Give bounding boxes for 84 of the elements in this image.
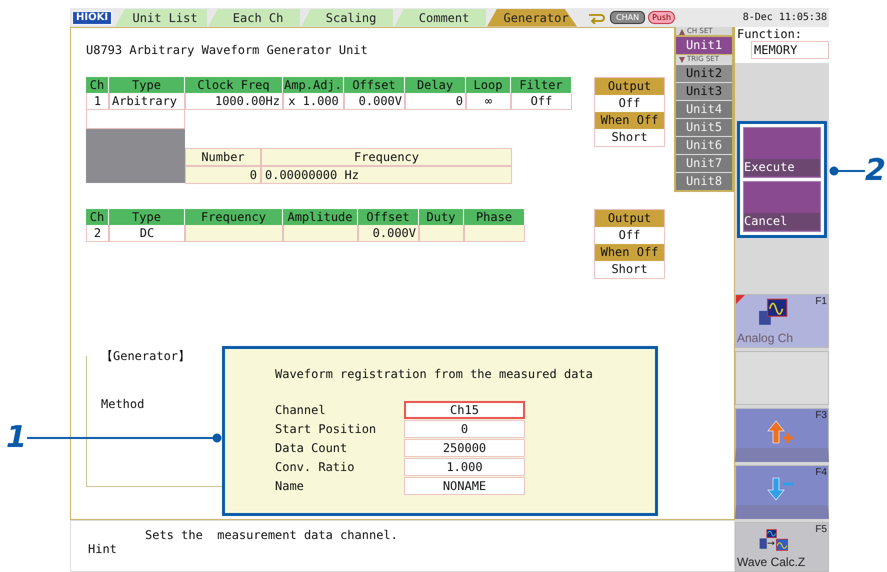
input-field[interactable]: NONAME: [404, 477, 525, 495]
down-minus-icon: [766, 476, 796, 502]
down-triangle-icon: [679, 56, 685, 62]
column-header: Number: [185, 148, 261, 166]
chan-indicator: CHAN: [610, 11, 646, 24]
method-label: Method: [101, 397, 144, 411]
push-indicator: Push: [648, 11, 676, 24]
function-key[interactable]: F5 Wave Calc.Z: [735, 522, 829, 572]
table-cell: 0: [185, 166, 261, 184]
tab[interactable]: Comment: [394, 8, 486, 26]
table-cell: 0.00000000 Hz: [261, 166, 512, 184]
up-triangle-icon: [679, 28, 685, 34]
when-off-header: When Off: [595, 112, 664, 129]
table-cell[interactable]: [464, 225, 525, 242]
action-button[interactable]: Cancel: [743, 181, 821, 232]
tab[interactable]: Unit List: [115, 8, 208, 26]
hint-text: Sets the measurement data channel.: [145, 528, 398, 542]
input-field[interactable]: 250000: [404, 439, 525, 457]
unit-item[interactable]: Unit2: [676, 65, 732, 82]
unit-item[interactable]: Unit3: [676, 83, 732, 100]
table-cell[interactable]: DC: [109, 225, 185, 242]
output-header: Output: [595, 210, 664, 227]
column-header: Filter: [511, 77, 572, 93]
when-off-header: When Off: [595, 244, 664, 261]
column-header: Type: [109, 209, 185, 225]
waveform-icon: [758, 298, 790, 326]
column-header: Clock Freq: [185, 77, 283, 93]
table-cell[interactable]: [283, 225, 358, 242]
tab[interactable]: Each Ch: [208, 8, 300, 26]
column-header: Offset: [344, 77, 405, 93]
callout-number: 2: [865, 153, 886, 188]
input-field[interactable]: 0: [404, 420, 525, 438]
table-cell[interactable]: Arbitrary: [109, 93, 185, 110]
tab[interactable]: Generator: [487, 8, 578, 26]
column-header: Duty: [419, 209, 464, 225]
column-header: Type: [109, 77, 185, 93]
column-header: Offset: [358, 209, 419, 225]
tab[interactable]: Scaling: [301, 8, 394, 26]
return-arrow-icon: [587, 12, 608, 24]
unit-item[interactable]: Unit1: [676, 37, 732, 54]
column-header: Amplitude: [283, 209, 358, 225]
table-cell[interactable]: 1000.00Hz: [185, 93, 283, 110]
action-button[interactable]: Execute: [743, 127, 821, 178]
column-header: Frequency: [261, 148, 512, 166]
function-field[interactable]: MEMORY: [751, 41, 829, 59]
table-cell[interactable]: 0.000V: [344, 93, 405, 110]
table-cell[interactable]: 0.000V: [358, 225, 419, 242]
dialog-title: Waveform registration from the measured data: [275, 367, 594, 381]
field-label: Channel: [275, 403, 327, 417]
unit-title: U8793 Arbitrary Waveform Generator Unit: [86, 43, 369, 59]
logo: HIOKI: [72, 10, 112, 24]
callout-number: 1: [6, 420, 27, 455]
table-cell[interactable]: 1: [86, 93, 109, 110]
field-label: Data Count: [275, 441, 348, 455]
function-label: Function:: [737, 27, 804, 41]
table-cell[interactable]: [419, 225, 464, 242]
up-plus-icon: [766, 419, 796, 445]
field-label: Start Position: [275, 422, 378, 436]
wave-calc-icon: [758, 526, 790, 554]
table-cell[interactable]: x 1.000: [283, 93, 344, 110]
function-key[interactable]: F4: [735, 465, 829, 519]
column-header: Loop: [466, 77, 511, 93]
output-header: Output: [595, 78, 664, 95]
field-label: Name: [275, 479, 305, 493]
corner-mark-icon: [736, 295, 745, 304]
leader-line: [829, 166, 865, 176]
table-cell[interactable]: [185, 225, 283, 242]
table-cell[interactable]: ∞: [466, 93, 511, 110]
column-header: Frequency: [185, 209, 283, 225]
column-header: Ch: [86, 77, 109, 93]
input-field[interactable]: 1.000: [404, 458, 525, 476]
function-key[interactable]: F1 Analog Ch: [735, 294, 829, 348]
column-header: Phase: [464, 209, 525, 225]
column-header: Delay: [405, 77, 466, 93]
function-key[interactable]: F3: [735, 408, 829, 462]
column-header: Amp.Adj.: [283, 77, 344, 93]
column-header: Ch: [86, 209, 109, 225]
field-label: Conv. Ratio: [275, 460, 356, 474]
clock-time: 8-Dec 11:05:38: [742, 12, 827, 23]
table-cell[interactable]: Off: [511, 93, 572, 110]
table-cell[interactable]: 2: [86, 225, 109, 242]
table-cell[interactable]: 0: [405, 93, 466, 110]
input-field[interactable]: Ch15: [404, 401, 525, 419]
hint-label: Hint: [88, 542, 117, 556]
